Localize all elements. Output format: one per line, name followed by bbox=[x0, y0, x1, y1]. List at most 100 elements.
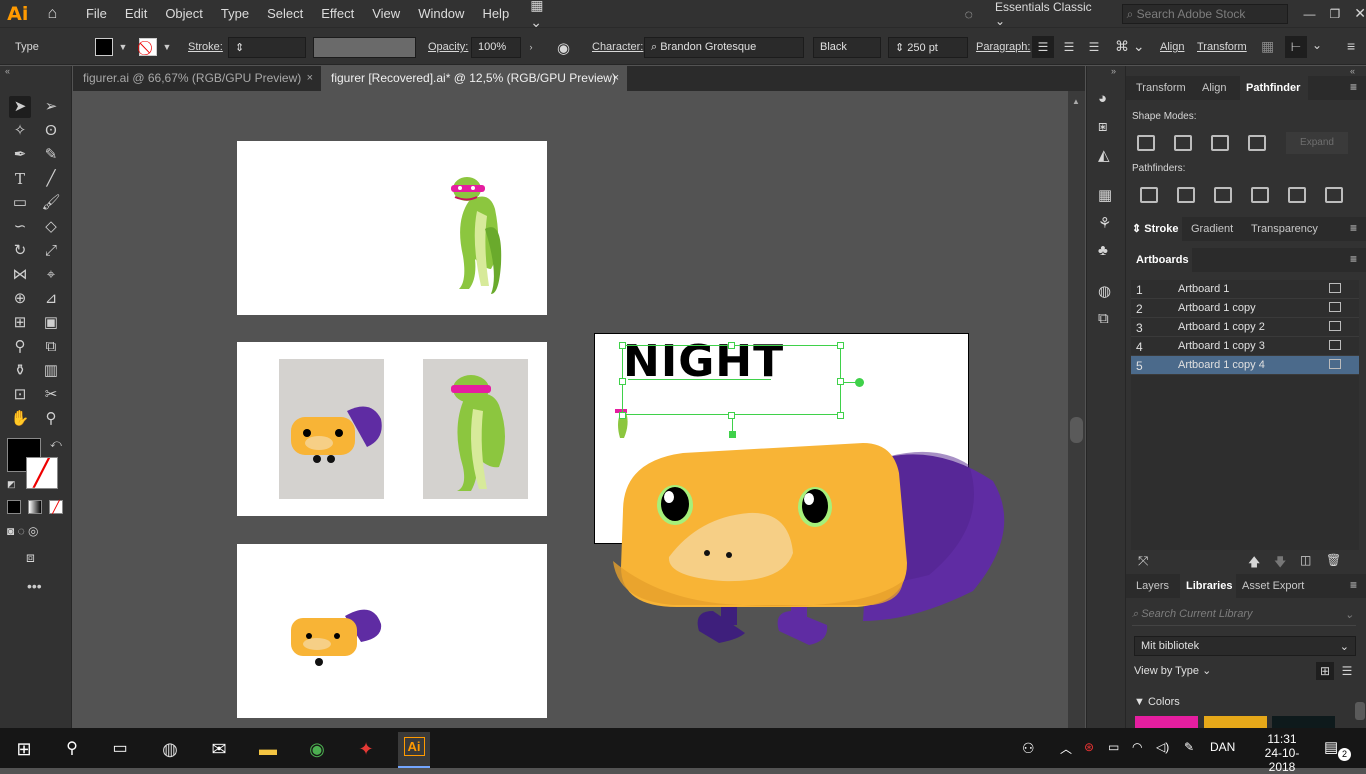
selection-handle[interactable] bbox=[728, 342, 735, 349]
lizard-illustration[interactable] bbox=[237, 141, 547, 315]
font-style-dropdown[interactable]: Black bbox=[813, 37, 881, 58]
home-icon[interactable]: ⌂ bbox=[36, 5, 70, 23]
artboard-row[interactable]: 1 Artboard 1 bbox=[1131, 280, 1359, 299]
artboard-options-icon[interactable] bbox=[1329, 359, 1341, 369]
type-on-path-icon[interactable]: ⊢ bbox=[1285, 36, 1307, 58]
collapse-toolbar-icon[interactable]: « bbox=[5, 66, 10, 76]
trim-icon[interactable] bbox=[1177, 187, 1195, 203]
font-family-dropdown[interactable]: ⌕ Brandon Grotesque bbox=[644, 37, 804, 58]
text-out-port[interactable] bbox=[729, 431, 736, 438]
draw-modes-icon[interactable]: ◙ ◌ ◎ bbox=[7, 524, 39, 538]
character-label[interactable]: Character: bbox=[592, 41, 643, 53]
close-window-button[interactable]: ✕ bbox=[1354, 5, 1366, 22]
tab-stroke[interactable]: ⇕ Stroke bbox=[1126, 217, 1182, 241]
free-transform-icon[interactable]: ⌖ bbox=[40, 264, 62, 286]
stroke-dropdown-icon[interactable]: ▼ bbox=[160, 37, 174, 58]
hand-tool-icon[interactable]: ✋ bbox=[9, 408, 31, 430]
opacity-field[interactable]: 100% bbox=[471, 37, 521, 58]
mail-icon[interactable]: ✉ bbox=[203, 734, 235, 764]
wifi-icon[interactable]: ◠ bbox=[1132, 740, 1142, 754]
artboard-options-icon[interactable] bbox=[1329, 283, 1341, 293]
view-by-dropdown[interactable]: View by Type ⌄ bbox=[1134, 664, 1211, 677]
stock-search-input[interactable]: ⌕ Search Adobe Stock bbox=[1121, 3, 1288, 24]
menu-select[interactable]: Select bbox=[258, 0, 312, 27]
selection-handle[interactable] bbox=[619, 378, 626, 385]
control-more-icon[interactable]: ⌄ bbox=[1312, 38, 1322, 52]
minus-front-icon[interactable] bbox=[1174, 135, 1192, 151]
fill-swatch[interactable] bbox=[95, 38, 113, 56]
menu-type[interactable]: Type bbox=[212, 0, 258, 27]
lasso-icon[interactable]: ʘ bbox=[40, 120, 62, 142]
recolor-icon[interactable]: ◉ bbox=[557, 39, 570, 57]
artboard-2[interactable] bbox=[237, 342, 547, 516]
gradient-tool-icon[interactable]: ▣ bbox=[40, 312, 62, 334]
artboard-row[interactable]: 4 Artboard 1 copy 3 bbox=[1131, 337, 1359, 356]
tab-layers[interactable]: Layers bbox=[1126, 574, 1176, 598]
intersect-icon[interactable] bbox=[1211, 135, 1229, 151]
chrome-icon[interactable]: ◉ bbox=[301, 734, 333, 764]
selection-handle[interactable] bbox=[837, 342, 844, 349]
artboard-tool-icon[interactable]: ⊡ bbox=[9, 384, 31, 406]
selection-handle[interactable] bbox=[728, 412, 735, 419]
isolate-icon[interactable]: ▦ bbox=[1261, 38, 1274, 55]
glyphs-icon[interactable]: ⌘ ⌄ bbox=[1115, 38, 1145, 55]
zoom-tool-icon[interactable]: ⚲ bbox=[40, 408, 62, 430]
artboard-row[interactable]: 2 Artboard 1 copy bbox=[1131, 299, 1359, 318]
move-up-icon[interactable]: 🡅 bbox=[1248, 553, 1260, 574]
scale-tool-icon[interactable]: ⤢ bbox=[40, 240, 62, 262]
selection-handle[interactable] bbox=[837, 378, 844, 385]
menu-window[interactable]: Window bbox=[409, 0, 473, 27]
pen-workspace-icon[interactable]: ✎ bbox=[1184, 740, 1194, 754]
tab-artboards[interactable]: Artboards bbox=[1126, 248, 1192, 272]
column-graph-icon[interactable]: ▥ bbox=[40, 360, 62, 382]
close-tab-icon[interactable]: × bbox=[613, 66, 619, 91]
minimize-button[interactable]: — bbox=[1304, 7, 1316, 21]
new-artboard-icon[interactable]: ◫ bbox=[1300, 553, 1311, 567]
line-tool-icon[interactable]: ╱ bbox=[40, 168, 62, 190]
fill-dropdown-icon[interactable]: ▼ bbox=[116, 37, 130, 58]
screen-mode-icon[interactable]: ⧈ bbox=[26, 549, 35, 566]
task-view-icon[interactable]: ▭ bbox=[104, 734, 136, 764]
expand-button[interactable]: Expand bbox=[1286, 132, 1348, 154]
mesh-tool-icon[interactable]: ⊞ bbox=[9, 312, 31, 334]
tab-align[interactable]: Align bbox=[1198, 76, 1242, 100]
crop-icon[interactable] bbox=[1251, 187, 1269, 203]
tab-figurer[interactable]: figurer.ai @ 66,67% (RGB/GPU Preview) × bbox=[73, 66, 321, 91]
artboard-row-selected[interactable]: 5 Artboard 1 copy 4 bbox=[1131, 356, 1359, 375]
canvas-vertical-scrollbar[interactable]: ▲ bbox=[1068, 91, 1085, 728]
appearance-icon[interactable]: ◍ bbox=[1098, 282, 1111, 300]
shape-builder-icon[interactable]: ⊕ bbox=[9, 288, 31, 310]
outline-icon[interactable] bbox=[1288, 187, 1306, 203]
menu-help[interactable]: Help bbox=[473, 0, 518, 27]
selection-handle[interactable] bbox=[619, 412, 626, 419]
acrobat-icon[interactable]: ✦ bbox=[350, 734, 382, 764]
merge-icon[interactable] bbox=[1214, 187, 1232, 203]
pen-tool-icon[interactable]: ✒ bbox=[9, 144, 31, 166]
platypus-large-illustration[interactable] bbox=[603, 401, 1023, 681]
opacity-label[interactable]: Opacity: bbox=[428, 41, 468, 53]
library-search-input[interactable]: ⌕ Search Current Library ⌄ bbox=[1132, 608, 1356, 626]
type-tool-icon[interactable]: T bbox=[9, 168, 31, 190]
tab-transform[interactable]: Transform bbox=[1126, 76, 1194, 100]
swatch-gold[interactable] bbox=[1204, 716, 1267, 728]
people-icon[interactable]: ⚇ bbox=[1022, 740, 1035, 757]
restore-button[interactable]: ❐ bbox=[1330, 7, 1341, 21]
scrollbar-thumb[interactable] bbox=[1070, 417, 1083, 443]
app-icon-media[interactable]: ◍ bbox=[154, 734, 186, 764]
library-search-chevron-icon[interactable]: ⌄ bbox=[1345, 608, 1354, 621]
stroke-weight-field[interactable]: ⇕ bbox=[228, 37, 306, 58]
panel-menu-icon[interactable]: ≡ bbox=[1350, 80, 1357, 94]
image-trace-icon[interactable]: ◭ bbox=[1098, 146, 1110, 164]
color-mode-icon[interactable] bbox=[7, 500, 21, 514]
tray-app-icon[interactable]: ⊛ bbox=[1084, 740, 1094, 754]
selection-handle[interactable] bbox=[837, 412, 844, 419]
minus-back-icon[interactable] bbox=[1325, 187, 1343, 203]
tab-figurer-recovered[interactable]: figurer [Recovered].ai* @ 12,5% (RGB/GPU… bbox=[321, 66, 627, 91]
artboard-1[interactable] bbox=[237, 141, 547, 315]
paintbrush-icon[interactable]: 🖌 bbox=[40, 192, 62, 214]
action-center-icon[interactable]: ▤ bbox=[1324, 738, 1338, 756]
menu-file[interactable]: File bbox=[77, 0, 116, 27]
blend-tool-icon[interactable]: ⧉ bbox=[40, 336, 62, 358]
font-size-field[interactable]: ⇕ 250 pt bbox=[888, 37, 968, 58]
library-dropdown[interactable]: Mit bibliotek ⌄ bbox=[1134, 636, 1356, 656]
